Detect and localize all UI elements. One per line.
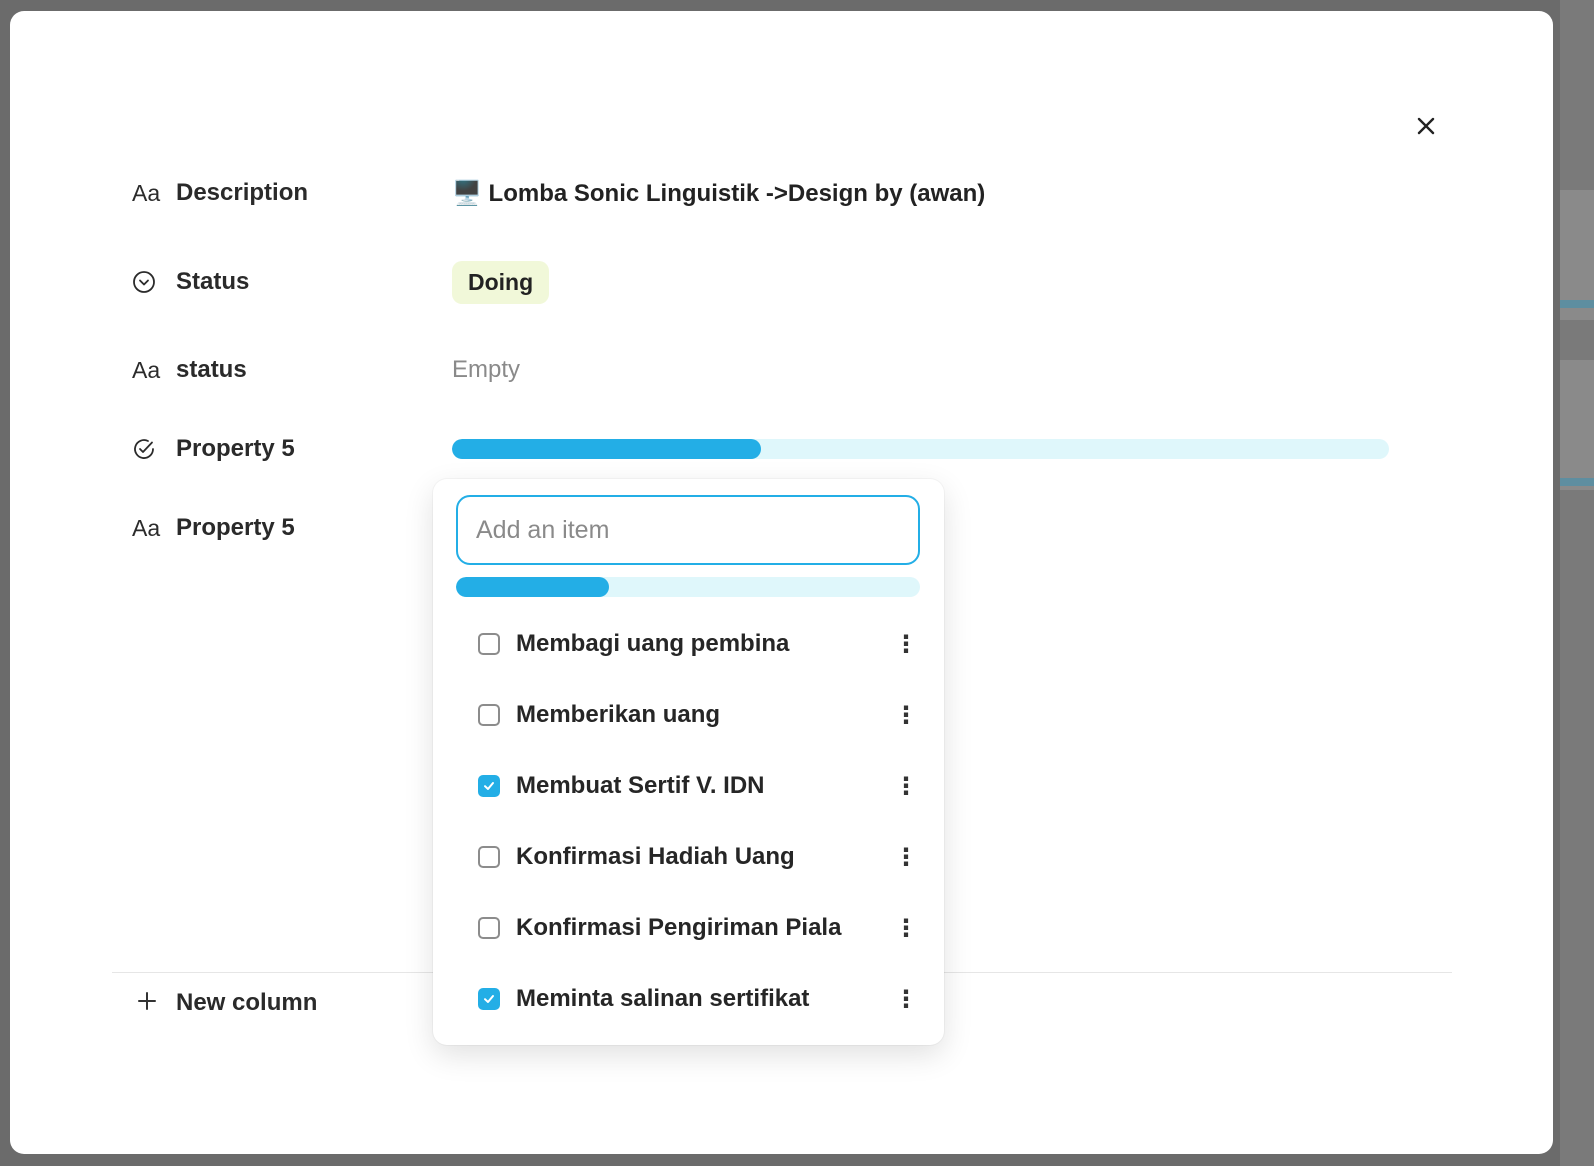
popup-progress-bar <box>456 577 920 597</box>
more-vertical-icon[interactable]: ⋮ <box>894 842 918 872</box>
checklist-item[interactable]: Konfirmasi Hadiah Uang ⋮ <box>478 835 918 879</box>
close-button[interactable] <box>1411 111 1441 141</box>
description-value: 🖥️ Lomba Sonic Linguistik ->Design by (a… <box>452 179 986 207</box>
item-checkbox[interactable] <box>478 917 500 939</box>
checklist-item[interactable]: Meminta salinan sertifikat ⋮ <box>478 977 918 1021</box>
background-card-bar <box>1560 300 1594 308</box>
more-vertical-icon[interactable]: ⋮ <box>894 700 918 730</box>
item-label: Membagi uang pembina <box>516 630 790 657</box>
new-column-button[interactable]: New column <box>136 981 317 1025</box>
more-vertical-icon[interactable]: ⋮ <box>894 629 918 659</box>
text-type-icon: Aa <box>132 179 161 206</box>
card-detail-modal: Aa Description 🖥️ Lomba Sonic Linguistik… <box>10 11 1553 1154</box>
more-vertical-icon[interactable]: ⋮ <box>894 771 918 801</box>
checklist-progress-bar[interactable] <box>452 439 1389 459</box>
plus-icon <box>136 987 166 1019</box>
item-label: Memberikan uang <box>516 701 721 728</box>
item-checkbox[interactable] <box>478 846 500 868</box>
item-checkbox[interactable] <box>478 704 500 726</box>
property-row-property5-text[interactable]: Aa Property 5 <box>132 508 295 548</box>
status-circle-icon <box>132 267 162 297</box>
property-row-status[interactable]: Status <box>132 262 249 302</box>
property-row-status-text[interactable]: Aa status <box>132 350 247 390</box>
text-type-icon: Aa <box>132 356 161 383</box>
property-label: Property 5 <box>176 435 295 462</box>
text-type-icon: Aa <box>132 514 161 541</box>
property-row-description[interactable]: Aa Description <box>132 173 308 213</box>
property-label: Description <box>176 179 309 206</box>
checklist-popup: Membagi uang pembina ⋮ Memberikan uang ⋮… <box>433 479 944 1045</box>
new-column-label: New column <box>176 989 318 1016</box>
item-label: Konfirmasi Hadiah Uang <box>516 843 795 870</box>
popup-progress-fill <box>456 577 610 597</box>
item-checkbox[interactable] <box>478 988 500 1010</box>
empty-placeholder: Empty <box>452 356 521 383</box>
property-value-description[interactable]: 🖥️ Lomba Sonic Linguistik ->Design by (a… <box>452 173 985 213</box>
more-vertical-icon[interactable]: ⋮ <box>894 984 918 1014</box>
property-label: status <box>176 356 247 383</box>
background-board-peek <box>1560 0 1594 1166</box>
item-label: Konfirmasi Pengiriman Piala <box>516 914 842 941</box>
check-circle-icon <box>132 434 162 464</box>
more-vertical-icon[interactable]: ⋮ <box>894 913 918 943</box>
checklist-item[interactable]: Membagi uang pembina ⋮ <box>478 622 918 666</box>
property-label: Status <box>176 268 250 295</box>
check-icon <box>484 782 494 790</box>
close-icon <box>1417 117 1435 135</box>
background-card-bar <box>1560 478 1594 486</box>
checklist-item[interactable]: Membuat Sertif V. IDN ⋮ <box>478 764 918 808</box>
checklist-item[interactable]: Konfirmasi Pengiriman Piala ⋮ <box>478 906 918 950</box>
checklist-progress-fill <box>452 439 762 459</box>
property-value-status[interactable]: Doing <box>452 260 550 304</box>
property-label: Property 5 <box>176 514 295 541</box>
add-item-input[interactable] <box>456 495 920 565</box>
item-label: Membuat Sertif V. IDN <box>516 772 765 799</box>
item-checkbox[interactable] <box>478 775 500 797</box>
item-label: Meminta salinan sertifikat <box>516 985 810 1012</box>
item-checkbox[interactable] <box>478 633 500 655</box>
check-icon <box>484 995 494 1003</box>
property-row-checklist[interactable]: Property 5 <box>132 429 295 469</box>
background-card <box>1560 360 1594 490</box>
status-badge[interactable]: Doing <box>452 260 550 304</box>
property-value-status-text[interactable]: Empty <box>452 350 520 390</box>
checklist-item[interactable]: Memberikan uang ⋮ <box>478 693 918 737</box>
